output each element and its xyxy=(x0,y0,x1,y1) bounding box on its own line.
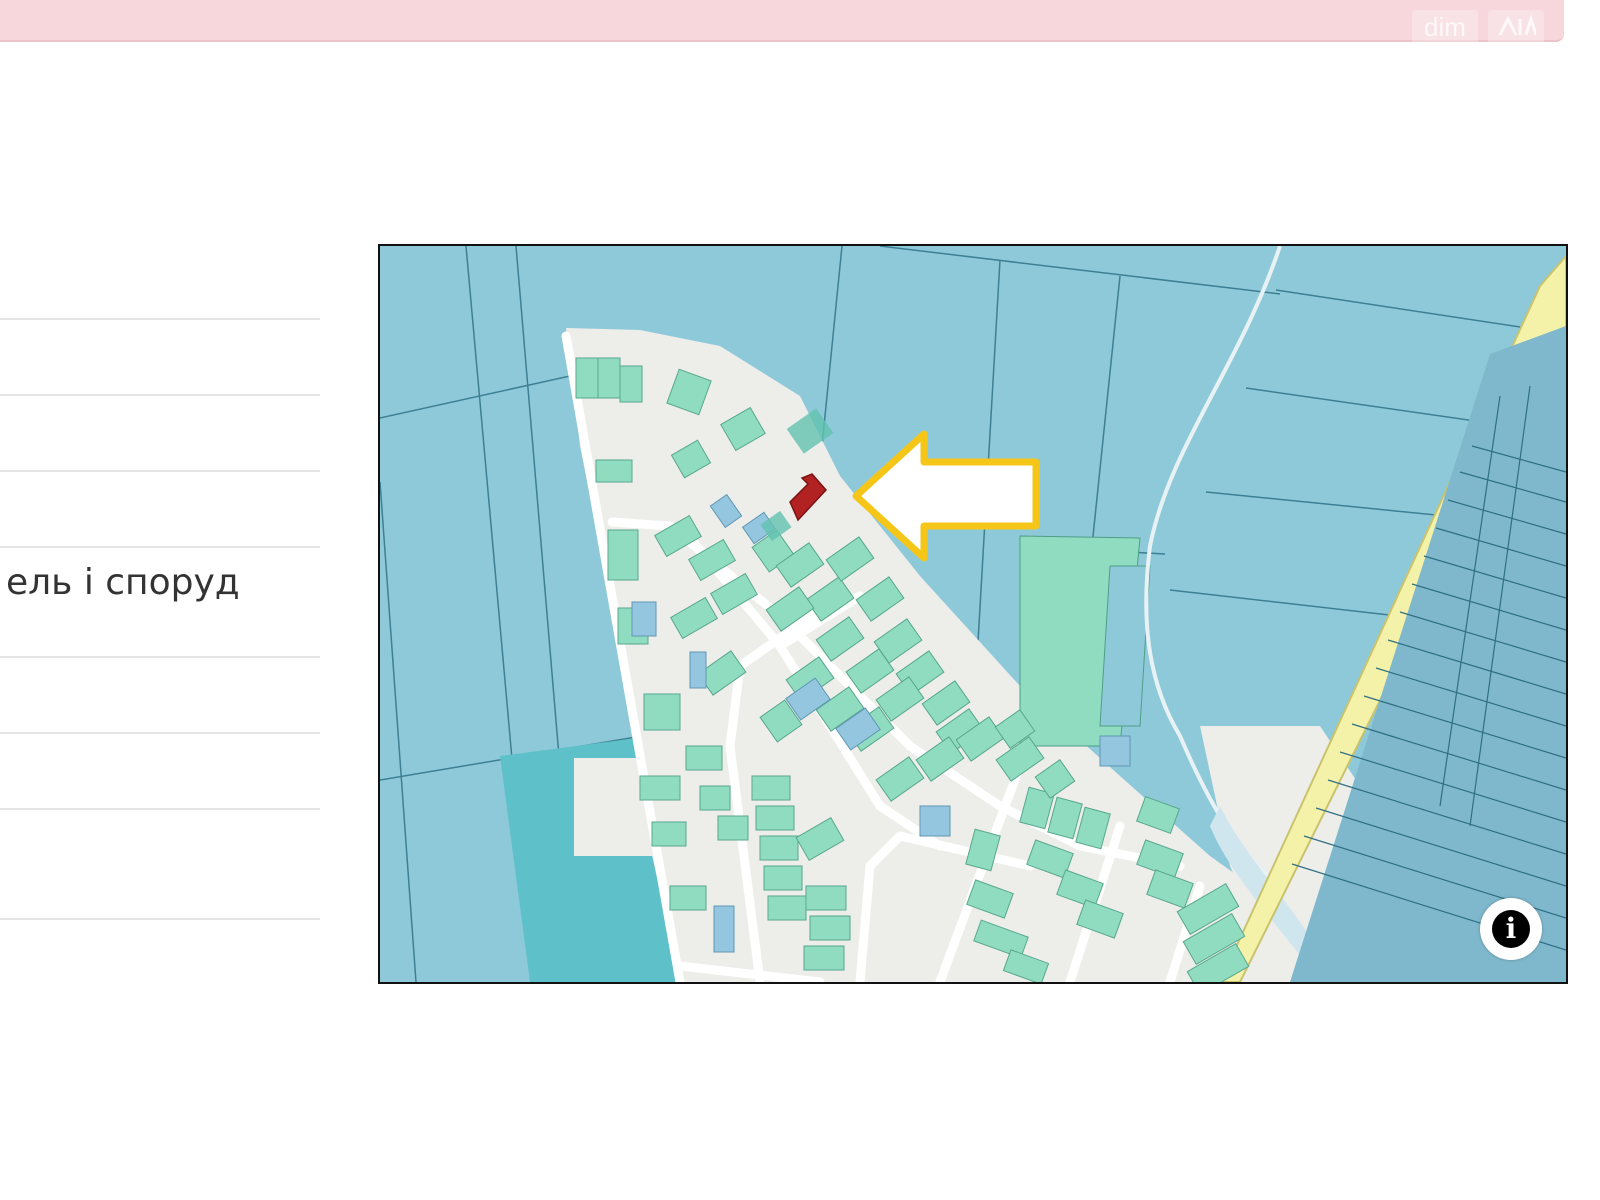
list-divider xyxy=(0,394,320,396)
cadastral-map[interactable]: i xyxy=(378,244,1568,984)
map-canvas[interactable] xyxy=(380,246,1566,982)
list-divider xyxy=(0,808,320,810)
list-divider xyxy=(0,470,320,472)
site-watermark: dim xyxy=(1412,10,1564,44)
list-divider xyxy=(0,732,320,734)
list-divider xyxy=(0,546,320,548)
list-divider xyxy=(0,656,320,658)
list-divider xyxy=(0,918,320,920)
ria-logo-icon xyxy=(1487,10,1544,44)
map-info-button[interactable]: i xyxy=(1480,898,1542,960)
info-icon: i xyxy=(1492,910,1530,948)
land-purpose-value: ель і споруд xyxy=(6,562,240,603)
list-divider xyxy=(0,318,320,320)
property-details-list: ель і споруд xyxy=(0,0,320,1200)
watermark-text: dim xyxy=(1412,10,1478,44)
